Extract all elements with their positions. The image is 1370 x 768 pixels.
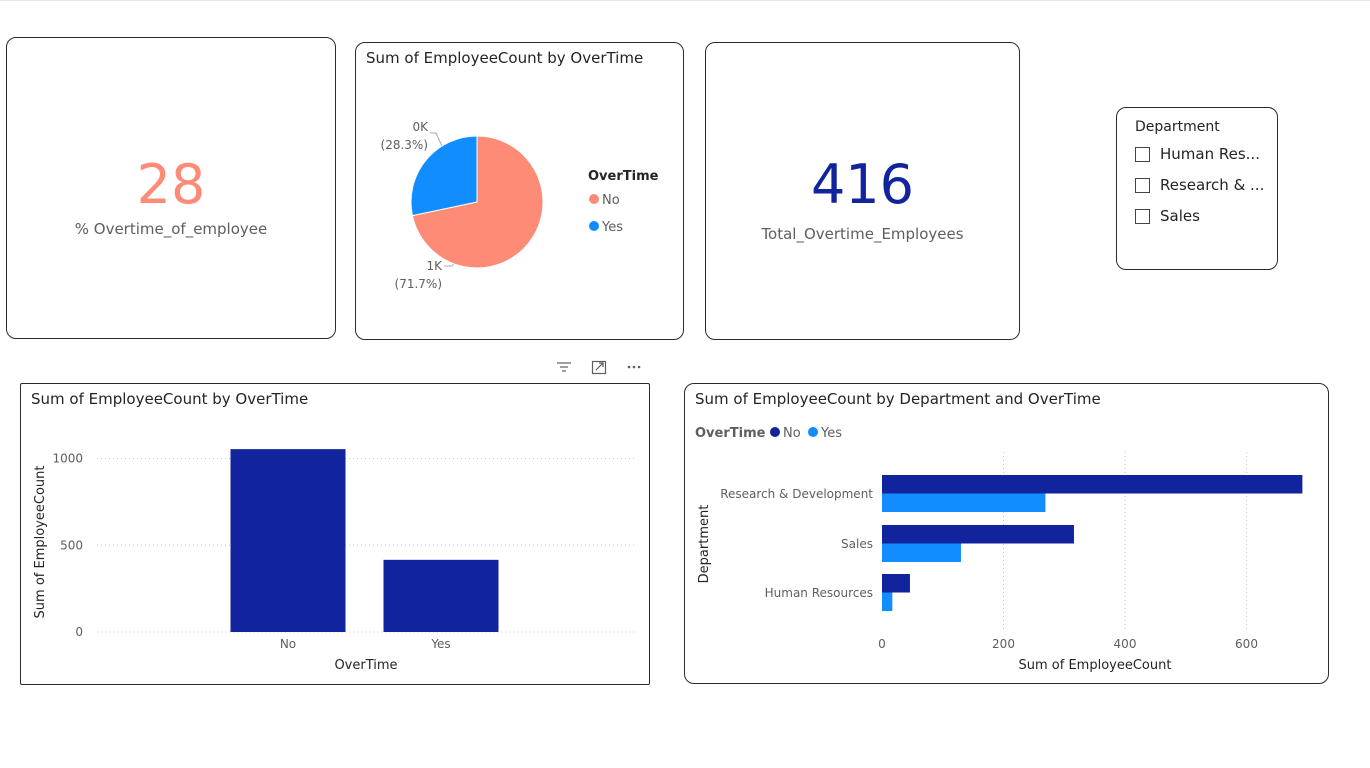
pie-legend-label-no[interactable]: No (602, 193, 620, 208)
pie-chart-svg: 0K (28.3%) 1K (71.7%) OverTime No Yes (381, 120, 659, 291)
slicer-item-label: Research & ... (1160, 176, 1265, 194)
clustered-bar-chart-svg: OverTime No Yes Department Sum of Employe… (695, 426, 1303, 673)
slicer-title: Department (1135, 119, 1220, 135)
bar-chart-x-axis-title: Sum of EmployeeCount (1019, 658, 1172, 673)
pie-label-yes-value: 0K (412, 120, 429, 134)
kpi-value-total-overtime: 416 (810, 153, 915, 216)
bar-y-tick-label: Research & Development (720, 487, 873, 501)
pie-legend-marker-no (589, 194, 599, 204)
bar-chart-y-axis-title: Department (697, 505, 712, 584)
kpi-label-total-overtime: Total_Overtime_Employees (761, 225, 964, 243)
column-x-tick-label: No (280, 637, 296, 651)
bar-x-tick-label: 400 (1114, 637, 1137, 651)
bar-legend-marker-no (770, 427, 780, 437)
pie-legend-label-yes[interactable]: Yes (601, 220, 623, 235)
kpi-card-total-overtime[interactable]: 416 Total_Overtime_Employees (705, 42, 1020, 340)
bar-legend-title: OverTime (695, 426, 766, 441)
column-x-tick-label: Yes (430, 637, 450, 651)
checkbox-research-development[interactable] (1135, 177, 1150, 193)
slicer-item-human-resources[interactable]: Human Res... (1135, 143, 1260, 165)
bar-x-tick-label: 200 (992, 637, 1015, 651)
column-y-tick-label: 1000 (52, 452, 83, 466)
bar-x-tick-label: 600 (1235, 637, 1258, 651)
pie-legend-marker-yes (589, 221, 599, 231)
pie-legend-title: OverTime (588, 169, 659, 184)
slicer-item-label: Human Res... (1160, 145, 1260, 163)
checkbox-sales[interactable] (1135, 208, 1150, 224)
bar-research-development-yes[interactable] (882, 493, 1046, 513)
column-chart-y-axis-title: Sum of EmployeeCount (33, 466, 48, 619)
column-chart-svg: Sum of EmployeeCount OverTime 0 500 1000 N… (33, 449, 637, 673)
column-bar-no[interactable] (230, 449, 346, 632)
bar-y-tick-label: Sales (841, 537, 873, 551)
kpi-label-overtime-percent: % Overtime_of_employee (74, 220, 268, 238)
bar-sales-no[interactable] (882, 525, 1074, 544)
column-y-tick-label: 500 (60, 538, 83, 552)
bar-legend-label-no[interactable]: No (783, 426, 801, 441)
slicer-item-research-development[interactable]: Research & ... (1135, 174, 1264, 196)
pie-label-yes-pct: (28.3%) (381, 138, 428, 152)
top-divider (0, 0, 1370, 1)
kpi-card-overtime-percent[interactable]: 28 % Overtime_of_employee (6, 37, 336, 339)
bar-human-resources-no[interactable] (882, 574, 910, 593)
focus-mode-icon[interactable] (587, 356, 609, 378)
column-bar-yes[interactable] (383, 559, 499, 632)
bar-x-tick-label: 0 (878, 637, 886, 651)
more-options-icon[interactable] (623, 356, 645, 378)
slicer-item-label: Sales (1160, 207, 1200, 225)
pie-label-no-value: 1K (426, 259, 443, 273)
checkbox-human-resources[interactable] (1135, 146, 1150, 162)
bar-y-tick-label: Human Resources (765, 586, 873, 600)
column-chart-card[interactable]: Sum of EmployeeCount by OverTime Sum of … (20, 383, 650, 685)
bar-legend-label-yes[interactable]: Yes (820, 426, 842, 441)
bar-human-resources-yes[interactable] (882, 592, 893, 612)
filter-icon[interactable] (553, 356, 575, 378)
clustered-bar-chart-card[interactable]: Sum of EmployeeCount by Department and O… (684, 383, 1329, 684)
slicer-item-sales[interactable]: Sales (1135, 205, 1200, 227)
pie-leader-line-yes (430, 132, 443, 147)
pie-chart-card[interactable]: Sum of EmployeeCount by OverTime 0K (28.… (355, 42, 684, 340)
pie-label-no-pct: (71.7%) (395, 277, 442, 291)
kpi-value-overtime-percent: 28 (136, 153, 206, 216)
bar-sales-yes[interactable] (882, 543, 961, 563)
bar-legend-marker-yes (808, 427, 818, 437)
column-y-tick-label: 0 (75, 625, 83, 639)
column-chart-x-axis-title: OverTime (334, 658, 397, 673)
department-slicer[interactable]: Department Human Res... Research & ... S… (1116, 107, 1278, 270)
bar-research-development-no[interactable] (882, 475, 1303, 494)
visual-header-toolbar (553, 356, 649, 378)
